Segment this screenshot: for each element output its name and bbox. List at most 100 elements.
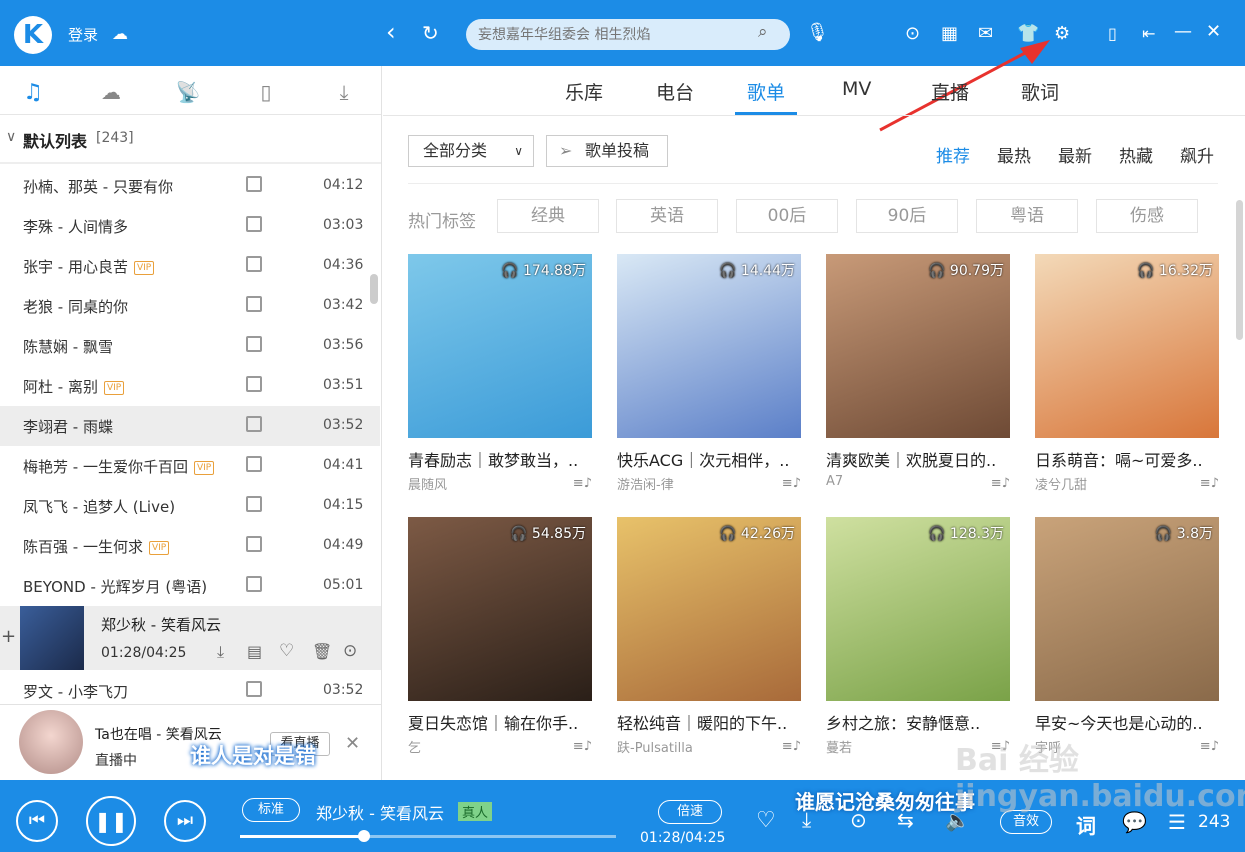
- list-title[interactable]: 默认列表: [23, 128, 87, 152]
- mv-icon[interactable]: [246, 681, 262, 697]
- back-icon[interactable]: ‹: [386, 20, 396, 44]
- close-icon[interactable]: ✕: [1206, 22, 1221, 42]
- chevron-down-icon[interactable]: ∨: [6, 129, 16, 145]
- collapse-icon[interactable]: ⇤: [1142, 24, 1155, 44]
- song-row[interactable]: 张宇 - 用心良苦 VIP 04:36: [0, 246, 380, 286]
- mv-icon[interactable]: [246, 416, 262, 432]
- album-cover[interactable]: [20, 606, 84, 670]
- playlist-cover[interactable]: 🎧 42.26万: [617, 517, 801, 701]
- tag-00s[interactable]: 00后: [736, 199, 838, 233]
- playlist-title[interactable]: 日系萌音：嗝~可爱多..: [1035, 447, 1219, 471]
- playlist-cover[interactable]: 🎧 174.88万: [408, 254, 592, 438]
- add-to-list-icon[interactable]: ≡♪: [782, 739, 801, 754]
- sort-new[interactable]: 最新: [1058, 142, 1092, 167]
- tag-english[interactable]: 英语: [616, 199, 718, 233]
- speed-button[interactable]: 倍速: [658, 800, 722, 824]
- playlist-author[interactable]: 蔓若: [826, 737, 852, 756]
- mv-icon[interactable]: [246, 376, 262, 392]
- progress-track[interactable]: [240, 835, 616, 838]
- add-to-list-icon[interactable]: ≡♪: [782, 476, 801, 491]
- song-row[interactable]: 陈百强 - 一生何求 VIP 04:49: [0, 526, 380, 566]
- playlist-cover[interactable]: 🎧 90.79万: [826, 254, 1010, 438]
- category-dropdown[interactable]: 全部分类 ∨: [408, 135, 534, 167]
- search-icon[interactable]: ⌕: [758, 22, 768, 42]
- mv-icon[interactable]: [246, 176, 262, 192]
- lyrics-toggle[interactable]: 词: [1076, 810, 1096, 839]
- quality-button[interactable]: 标准: [242, 798, 300, 822]
- add-to-list-icon[interactable]: ≡♪: [991, 476, 1010, 491]
- tag-cantonese[interactable]: 粤语: [976, 199, 1078, 233]
- sort-recommend[interactable]: 推荐: [936, 142, 970, 167]
- playlist-author[interactable]: 趺-Pulsatilla: [617, 737, 693, 756]
- cloud-icon[interactable]: ☁: [112, 24, 128, 44]
- next-button[interactable]: ⏭: [164, 800, 206, 842]
- playlist-title[interactable]: 夏日失恋馆｜输在你手..: [408, 710, 592, 734]
- playlist-title[interactable]: 早安~今天也是心动的..: [1035, 710, 1219, 734]
- playlist-card[interactable]: 🎧 128.3万 乡村之旅：安静惬意.. 蔓若 ≡♪: [826, 517, 1010, 767]
- add-icon[interactable]: +: [1, 626, 16, 647]
- mv-icon[interactable]: [246, 336, 262, 352]
- playlist-author[interactable]: 晨随风: [408, 474, 447, 493]
- mv-icon[interactable]: [246, 296, 262, 312]
- mv-icon[interactable]: [246, 256, 262, 272]
- voice-search-icon[interactable]: 🎙: [806, 23, 829, 43]
- tab-radio[interactable]: 电台: [656, 78, 694, 105]
- close-live-icon[interactable]: ✕: [345, 733, 360, 754]
- previous-button[interactable]: ⏮: [16, 800, 58, 842]
- delete-icon[interactable]: 🗑: [312, 642, 332, 661]
- playlist-title[interactable]: 青春励志｜敢梦敢当，..: [408, 447, 592, 471]
- playlist-author[interactable]: 凌兮几甜: [1035, 474, 1087, 493]
- download-icon[interactable]: ⤓: [314, 80, 374, 104]
- mv-icon[interactable]: [246, 456, 262, 472]
- song-row[interactable]: 李翊君 - 雨蝶 03:52: [0, 406, 380, 446]
- mv-icon[interactable]: [246, 576, 262, 592]
- song-row[interactable]: 凤飞飞 - 追梦人 (Live) 04:15: [0, 486, 380, 526]
- song-row[interactable]: BEYOND - 光辉岁月 (粤语) 05:01: [0, 566, 380, 606]
- mv-icon[interactable]: [246, 536, 262, 552]
- playlist-title[interactable]: 清爽欧美｜欢脱夏日的..: [826, 447, 1010, 471]
- radio-tab-icon[interactable]: 📡: [158, 80, 218, 104]
- song-row[interactable]: 陈慧娴 - 飘雪 03:56: [0, 326, 380, 366]
- kugou-logo[interactable]: K: [14, 16, 52, 54]
- device-icon[interactable]: ▯: [236, 80, 296, 104]
- progress-handle[interactable]: [358, 830, 371, 842]
- playlist-cover[interactable]: 🎧 14.44万: [617, 254, 801, 438]
- playlist-card[interactable]: 🎧 174.88万青春励志｜敢梦敢当，.. 晨随风 ≡♪: [408, 254, 592, 504]
- pause-button[interactable]: ❚❚: [86, 796, 136, 846]
- playlist-title[interactable]: 轻松纯音｜暖阳的下午..: [617, 710, 801, 734]
- player-song-title[interactable]: 郑少秋 - 笑看风云: [316, 800, 444, 824]
- content-scrollbar[interactable]: [1236, 200, 1243, 340]
- favorite-icon[interactable]: ♡: [756, 808, 776, 833]
- playlist-author[interactable]: A7: [826, 474, 843, 489]
- download-song-icon[interactable]: ⤓: [217, 642, 224, 662]
- playlist-cover[interactable]: 🎧 54.85万: [408, 517, 592, 701]
- tab-library[interactable]: 乐库: [565, 78, 603, 105]
- playlist-title[interactable]: 乡村之旅：安静惬意..: [826, 710, 1010, 734]
- sort-hot[interactable]: 最热: [997, 142, 1031, 167]
- playlist-cover[interactable]: 🎧 128.3万: [826, 517, 1010, 701]
- song-row[interactable]: 老狼 - 同桌的你 03:42: [0, 286, 380, 326]
- playlist-author[interactable]: 乞: [408, 737, 421, 756]
- mini-mode-icon[interactable]: ▯: [1108, 24, 1117, 44]
- live-avatar[interactable]: [19, 710, 83, 774]
- song-row[interactable]: 阿杜 - 离别 VIP 03:51: [0, 366, 380, 406]
- sort-collect[interactable]: 热藏: [1119, 142, 1153, 167]
- add-to-list-icon[interactable]: ≡♪: [573, 476, 592, 491]
- song-row[interactable]: 罗文 - 小李飞刀 03:52: [0, 671, 380, 711]
- playlist-cover[interactable]: 🎧 16.32万: [1035, 254, 1219, 438]
- heart-icon[interactable]: ♡: [279, 641, 294, 661]
- tag-classic[interactable]: 经典: [497, 199, 599, 233]
- playlist-title[interactable]: 快乐ACG｜次元相伴，..: [617, 447, 801, 471]
- login-link[interactable]: 登录: [68, 24, 98, 45]
- search-input[interactable]: [466, 19, 790, 50]
- add-to-list-icon[interactable]: ≡♪: [1200, 476, 1219, 491]
- music-icon[interactable]: ♫: [3, 80, 63, 105]
- tag-90s[interactable]: 90后: [856, 199, 958, 233]
- song-row[interactable]: 梅艳芳 - 一生爱你千百回 VIP 04:41: [0, 446, 380, 486]
- mv-icon[interactable]: [246, 496, 262, 512]
- playlist-card[interactable]: 🎧 54.85万夏日失恋馆｜输在你手.. 乞 ≡♪: [408, 517, 592, 767]
- song-row[interactable]: 孙楠、那英 - 只要有你 04:12: [0, 166, 380, 206]
- add-to-list-icon[interactable]: ≡♪: [573, 739, 592, 754]
- playlist-author[interactable]: 游浩闲-律: [617, 474, 674, 493]
- cloud-tab-icon[interactable]: ☁: [81, 80, 141, 104]
